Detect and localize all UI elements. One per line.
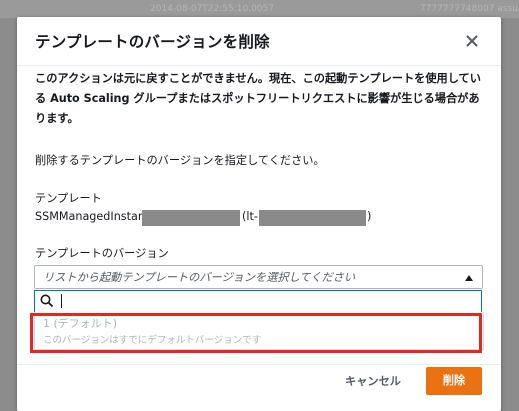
select-placeholder: リストから起動テンプレートのバージョンを選択してください	[43, 271, 356, 284]
footer-divider	[17, 364, 501, 365]
option-label: 1 (デフォルト)	[43, 317, 118, 330]
warning-text: このアクションは元に戻すことができません。現在、この起動テンプレートを使用してい…	[35, 72, 481, 125]
version-search-input[interactable]	[34, 290, 482, 313]
option-description: このバージョンはすでにデフォルトバージョンです	[43, 335, 262, 346]
redacted-block	[142, 210, 240, 226]
template-label: テンプレート	[35, 192, 102, 205]
dialog-header: テンプレートのバージョンを削除	[17, 17, 501, 66]
text-cursor	[61, 294, 62, 308]
background-text: 2014-08-07T22:55:10.0057	[150, 4, 274, 14]
caret-up-icon	[465, 275, 473, 281]
instruction-text: 削除するテンプレートのバージョンを指定してください。	[35, 154, 325, 167]
template-id-prefix: (lt-	[242, 210, 258, 223]
template-value: SSMManagedInstar	[35, 210, 142, 223]
version-dropdown-list: 1 (デフォルト) このバージョンはすでにデフォルトバージョンです	[34, 312, 484, 350]
version-label: テンプレートのバージョン	[35, 247, 169, 260]
close-button[interactable]	[461, 30, 483, 52]
redacted-block	[259, 210, 366, 226]
version-select[interactable]: リストから起動テンプレートのバージョンを選択してください	[34, 265, 483, 289]
delete-version-dialog: テンプレートのバージョンを削除 このアクションは元に戻すことができません。現在、…	[17, 17, 501, 411]
dialog-title: テンプレートのバージョンを削除	[35, 33, 270, 51]
template-id-close: )	[367, 210, 372, 223]
background-text: 7777777748007 assun	[420, 4, 519, 14]
template-id: (lt-	[242, 210, 258, 223]
close-icon	[466, 35, 478, 47]
version-option-1[interactable]: 1 (デフォルト) このバージョンはすでにデフォルトバージョンです	[35, 312, 483, 349]
delete-button[interactable]: 削除	[426, 367, 482, 395]
background-page: 2014-08-07T22:55:10.0057 7777777748007 a…	[0, 0, 519, 18]
template-name: SSMManagedInstar	[35, 210, 143, 223]
search-icon	[40, 294, 54, 308]
cancel-button[interactable]: キャンセル	[331, 369, 415, 395]
